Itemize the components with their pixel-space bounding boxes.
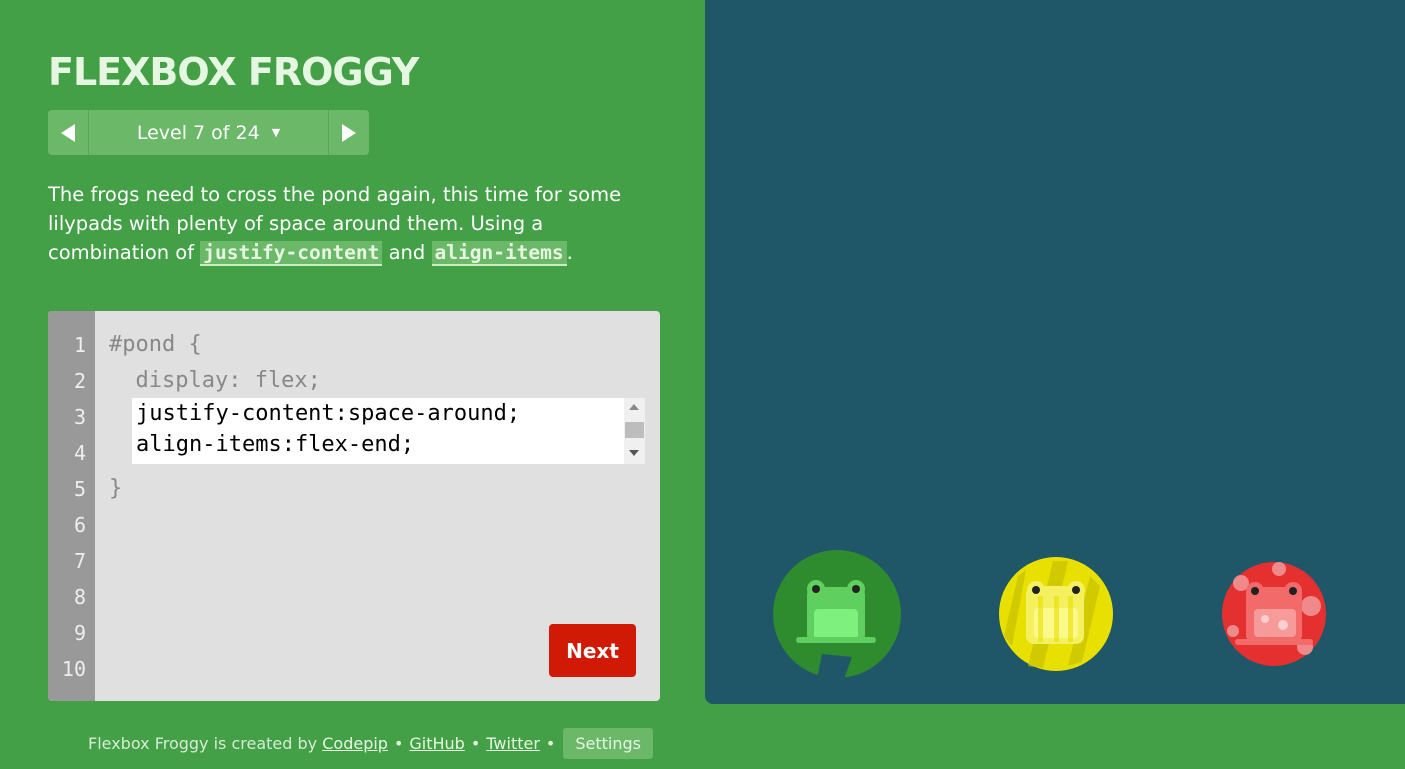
code-line-closing-brace: } <box>109 476 123 501</box>
code-line-display: display: flex; <box>109 368 321 393</box>
arrow-left-icon <box>61 123 75 142</box>
css-code-input[interactable]: justify-content:space-around; align-item… <box>132 398 645 464</box>
instructions-panel: FLEXBOX FROGGY Level 7 of 24 ▼ The frogs… <box>0 0 705 769</box>
line-number: 2 <box>73 369 86 393</box>
github-link[interactable]: GitHub <box>409 734 464 753</box>
separator-dot: • <box>545 734 556 753</box>
green-frog-lilypad <box>773 550 901 679</box>
yellow-frog-lilypad <box>999 557 1113 671</box>
level-label: Level 7 of 24 <box>136 121 260 144</box>
code-input-scrollbar[interactable] <box>624 398 645 464</box>
level-instructions: The frogs need to cross the pond again, … <box>48 180 668 267</box>
line-number: 8 <box>73 585 86 609</box>
footer-credit: Flexbox Froggy is created by <box>88 734 318 753</box>
next-button[interactable]: Next <box>549 624 636 677</box>
level-navigator: Level 7 of 24 ▼ <box>48 110 369 155</box>
line-number: 10 <box>61 657 86 681</box>
red-frog-icon <box>1235 582 1313 645</box>
css-editor: 1 2 3 4 5 6 7 8 9 10 #pond { display: fl… <box>48 311 660 701</box>
line-number: 3 <box>73 405 86 429</box>
game-title: FLEXBOX FROGGY <box>48 50 419 94</box>
code-hint-align-items[interactable]: align-items <box>431 241 567 266</box>
twitter-link[interactable]: Twitter <box>486 734 540 753</box>
code-hint-justify-content[interactable]: justify-content <box>200 241 383 266</box>
line-number: 1 <box>73 333 86 357</box>
pond-board <box>705 0 1405 704</box>
yellow-frog-icon <box>1026 581 1085 644</box>
separator-dot: • <box>393 734 404 753</box>
line-number: 6 <box>73 513 86 537</box>
next-level-arrow-button[interactable] <box>328 110 369 155</box>
separator-dot: • <box>470 734 481 753</box>
scroll-thumb[interactable] <box>625 422 644 438</box>
code-line-selector: #pond { <box>109 332 202 357</box>
level-selector[interactable]: Level 7 of 24 ▼ <box>89 110 328 155</box>
line-number-gutter: 1 2 3 4 5 6 7 8 9 10 <box>48 311 95 701</box>
line-number: 9 <box>73 621 86 645</box>
scroll-down-icon[interactable] <box>629 450 639 456</box>
line-number: 7 <box>73 549 86 573</box>
scroll-up-icon[interactable] <box>629 404 639 410</box>
codepip-link[interactable]: Codepip <box>322 734 388 753</box>
green-frog-icon <box>796 580 876 643</box>
caret-down-icon: ▼ <box>271 126 281 139</box>
line-number: 5 <box>73 477 86 501</box>
footer: Flexbox Froggy is created by Codepip • Git… <box>88 728 653 759</box>
instructions-text: and <box>382 241 432 264</box>
line-number: 4 <box>73 441 86 465</box>
previous-level-button[interactable] <box>48 110 89 155</box>
arrow-right-icon <box>342 123 356 142</box>
instructions-text: . <box>566 241 573 264</box>
red-frog-lilypad <box>1222 562 1326 666</box>
settings-button[interactable]: Settings <box>563 728 653 759</box>
